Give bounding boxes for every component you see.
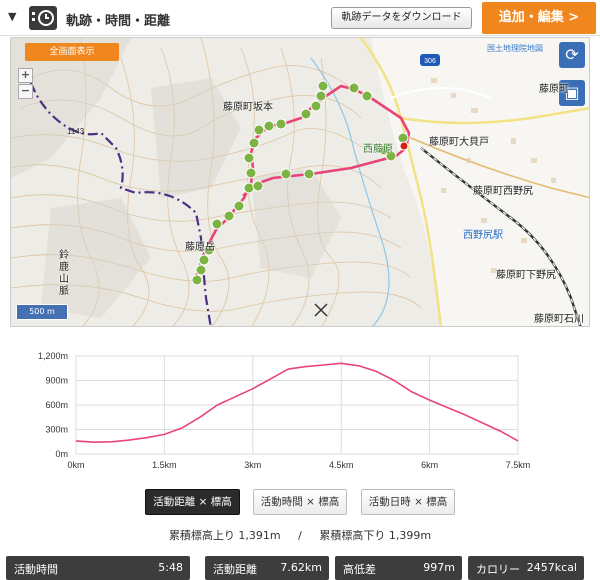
elevation-chart-svg: 0m 300m 600m 900m 1,200m 0km 1.5km 3km 4.5km 6km 7… [38, 351, 531, 470]
download-track-button[interactable]: 軌跡データをダウンロード [331, 7, 472, 29]
y-tick-label: 0m [55, 449, 68, 459]
elevation-gain-down: 累積標高下り 1,399m [319, 529, 432, 542]
scale-bar: 500 m [16, 304, 68, 320]
label-ookaido: 藤原町大貝戸 [429, 137, 489, 148]
x-tick-label: 0km [67, 460, 84, 470]
x-tick-label: 6km [421, 460, 438, 470]
tab-datetime-elevation[interactable]: 活動日時 × 標高 [361, 489, 455, 515]
add-edit-button[interactable]: 追加・編集 > [482, 2, 596, 34]
label-suzuka: 鈴鹿山脈 [59, 250, 69, 297]
stat-value: 7.62km [280, 561, 322, 574]
x-tick-label: 3km [244, 460, 261, 470]
peak-elevation: 1143 [67, 127, 85, 136]
y-tick-label: 900m [45, 376, 68, 386]
header: ▼ 軌跡・時間・距離 軌跡データをダウンロード 追加・編集 > [0, 0, 600, 36]
label-fujiwaradake: 藤原岳 [185, 242, 215, 253]
map-view[interactable]: 306 1143 全画面表示 + − 国土地理院地図 ⟳ ▣ 500 m 藤原町… [10, 37, 590, 327]
zoom-in-button[interactable]: + [18, 68, 33, 83]
stat-label: 高低差 [343, 563, 376, 576]
stat-value: 5:48 [158, 561, 183, 574]
stat-label: カロリー [476, 563, 520, 576]
y-tick-label: 600m [45, 400, 68, 410]
clock-icon [29, 6, 57, 30]
collapse-toggle-icon[interactable]: ▼ [8, 10, 16, 23]
label-ishikawa: 藤原町石川 [534, 314, 584, 325]
x-tick-label: 4.5km [329, 460, 354, 470]
route-number: 306 [424, 58, 436, 65]
x-tick-label: 7.5km [506, 460, 531, 470]
refresh-icon[interactable]: ⟳ [559, 42, 585, 68]
stat-label: 活動時間 [14, 563, 58, 576]
label-nishifujiwara: 西藤原 [363, 144, 393, 155]
tab-time-elevation[interactable]: 活動時間 × 標高 [253, 489, 347, 515]
label-nishinojiri: 藤原町西野尻 [473, 186, 533, 197]
stat-label: 活動距離 [213, 563, 257, 576]
elevation-gain-up: 累積標高上り 1,391m [168, 529, 281, 542]
x-tick-label: 1.5km [152, 460, 177, 470]
stat-activity-distance: 活動距離 7.62km [205, 556, 329, 580]
elevation-gain-summary: 累積標高上り 1,391m / 累積標高下り 1,399m [0, 527, 600, 543]
stat-activity-time: 活動時間 5:48 [6, 556, 190, 580]
map-source-label: 国土地理院地図 [487, 44, 543, 53]
stat-calories: カロリー 2457kcal [468, 556, 584, 580]
label-fujiwara-town: 藤原町 [539, 84, 569, 95]
zoom-out-button[interactable]: − [18, 84, 33, 99]
section-title: 軌跡・時間・距離 [66, 14, 171, 29]
fullscreen-button[interactable]: 全画面表示 [25, 43, 119, 61]
label-shimonojiri: 藤原町下野尻 [496, 270, 556, 281]
tab-distance-elevation[interactable]: 活動距離 × 標高 [145, 489, 240, 515]
elevation-gain-separator: / [298, 529, 302, 542]
stat-value: 2457kcal [526, 561, 577, 574]
elevation-chart: 0m 300m 600m 900m 1,200m 0km 1.5km 3km 4.5km 6km 7… [0, 345, 600, 475]
y-tick-label: 1,200m [38, 351, 68, 361]
stat-value: 997m [423, 561, 455, 574]
label-sakamoto: 藤原町坂本 [223, 102, 273, 113]
stat-elevation-difference: 高低差 997m [335, 556, 462, 580]
y-tick-label: 300m [45, 425, 68, 435]
label-station: 西野尻駅 [463, 230, 503, 241]
